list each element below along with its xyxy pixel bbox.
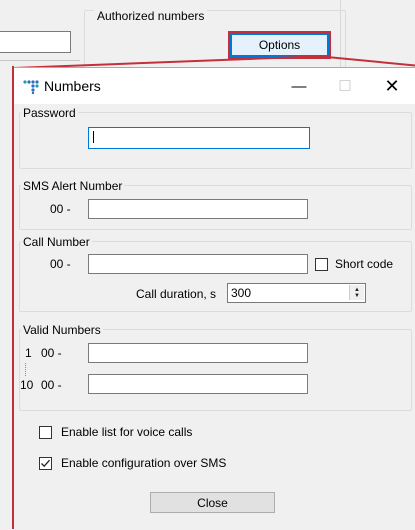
sms-alert-group: SMS Alert Number 00 - [19, 179, 412, 230]
call-duration-value: 300 [231, 286, 252, 300]
sms-alert-prefix: 00 - [50, 202, 71, 216]
valid-number-10-input[interactable] [88, 374, 308, 394]
password-legend: Password [21, 106, 78, 120]
call-number-group: Call Number 00 - Short code Call duratio… [19, 235, 412, 312]
sms-alert-legend: SMS Alert Number [21, 179, 125, 193]
valid-number-index: 10 [20, 378, 34, 392]
sms-alert-number-input[interactable] [88, 199, 308, 219]
maximize-icon[interactable]: ☐ [322, 68, 368, 104]
valid-number-1-input[interactable] [88, 343, 308, 363]
check-icon [41, 459, 50, 468]
title-bar[interactable]: Numbers — ☐ ✕ [14, 68, 415, 104]
window-title: Numbers [44, 78, 101, 94]
valid-number-prefix: 00 - [41, 346, 62, 360]
minimize-icon[interactable]: — [276, 68, 322, 104]
call-duration-stepper[interactable]: 300 ▲ ▼ [227, 283, 366, 303]
call-duration-label: Call duration, s [136, 287, 217, 301]
password-group: Password [19, 106, 412, 169]
stepper-arrows-icon[interactable]: ▲ ▼ [349, 285, 364, 300]
parent-separator [0, 60, 80, 61]
enable-sms-config-checkbox[interactable] [39, 457, 52, 470]
call-number-input[interactable] [88, 254, 308, 274]
password-input[interactable] [88, 127, 310, 149]
options-button[interactable]: Options [230, 33, 329, 57]
enable-voice-calls-checkbox[interactable] [39, 426, 52, 439]
valid-numbers-group: Valid Numbers 1 00 - 10 00 - [19, 323, 412, 411]
parent-input-field[interactable] [0, 31, 71, 53]
valid-number-prefix: 00 - [41, 378, 62, 392]
valid-number-index: 1 [25, 346, 32, 360]
call-number-legend: Call Number [21, 235, 92, 249]
app-icon [23, 80, 39, 94]
authorized-numbers-label: Authorized numbers [94, 9, 208, 23]
close-button[interactable]: Close [150, 492, 275, 513]
enable-voice-calls-label: Enable list for voice calls [61, 425, 193, 439]
text-caret [93, 131, 94, 143]
close-icon[interactable]: ✕ [369, 68, 415, 104]
valid-numbers-legend: Valid Numbers [21, 323, 103, 337]
enable-sms-config-label: Enable configuration over SMS [61, 456, 227, 470]
numbers-dialog: Numbers — ☐ ✕ Password SMS Alert Number … [14, 67, 415, 530]
call-number-prefix: 00 - [50, 257, 71, 271]
short-code-checkbox[interactable] [315, 258, 328, 271]
range-dots-divider [25, 363, 26, 377]
short-code-label: Short code [335, 257, 394, 271]
